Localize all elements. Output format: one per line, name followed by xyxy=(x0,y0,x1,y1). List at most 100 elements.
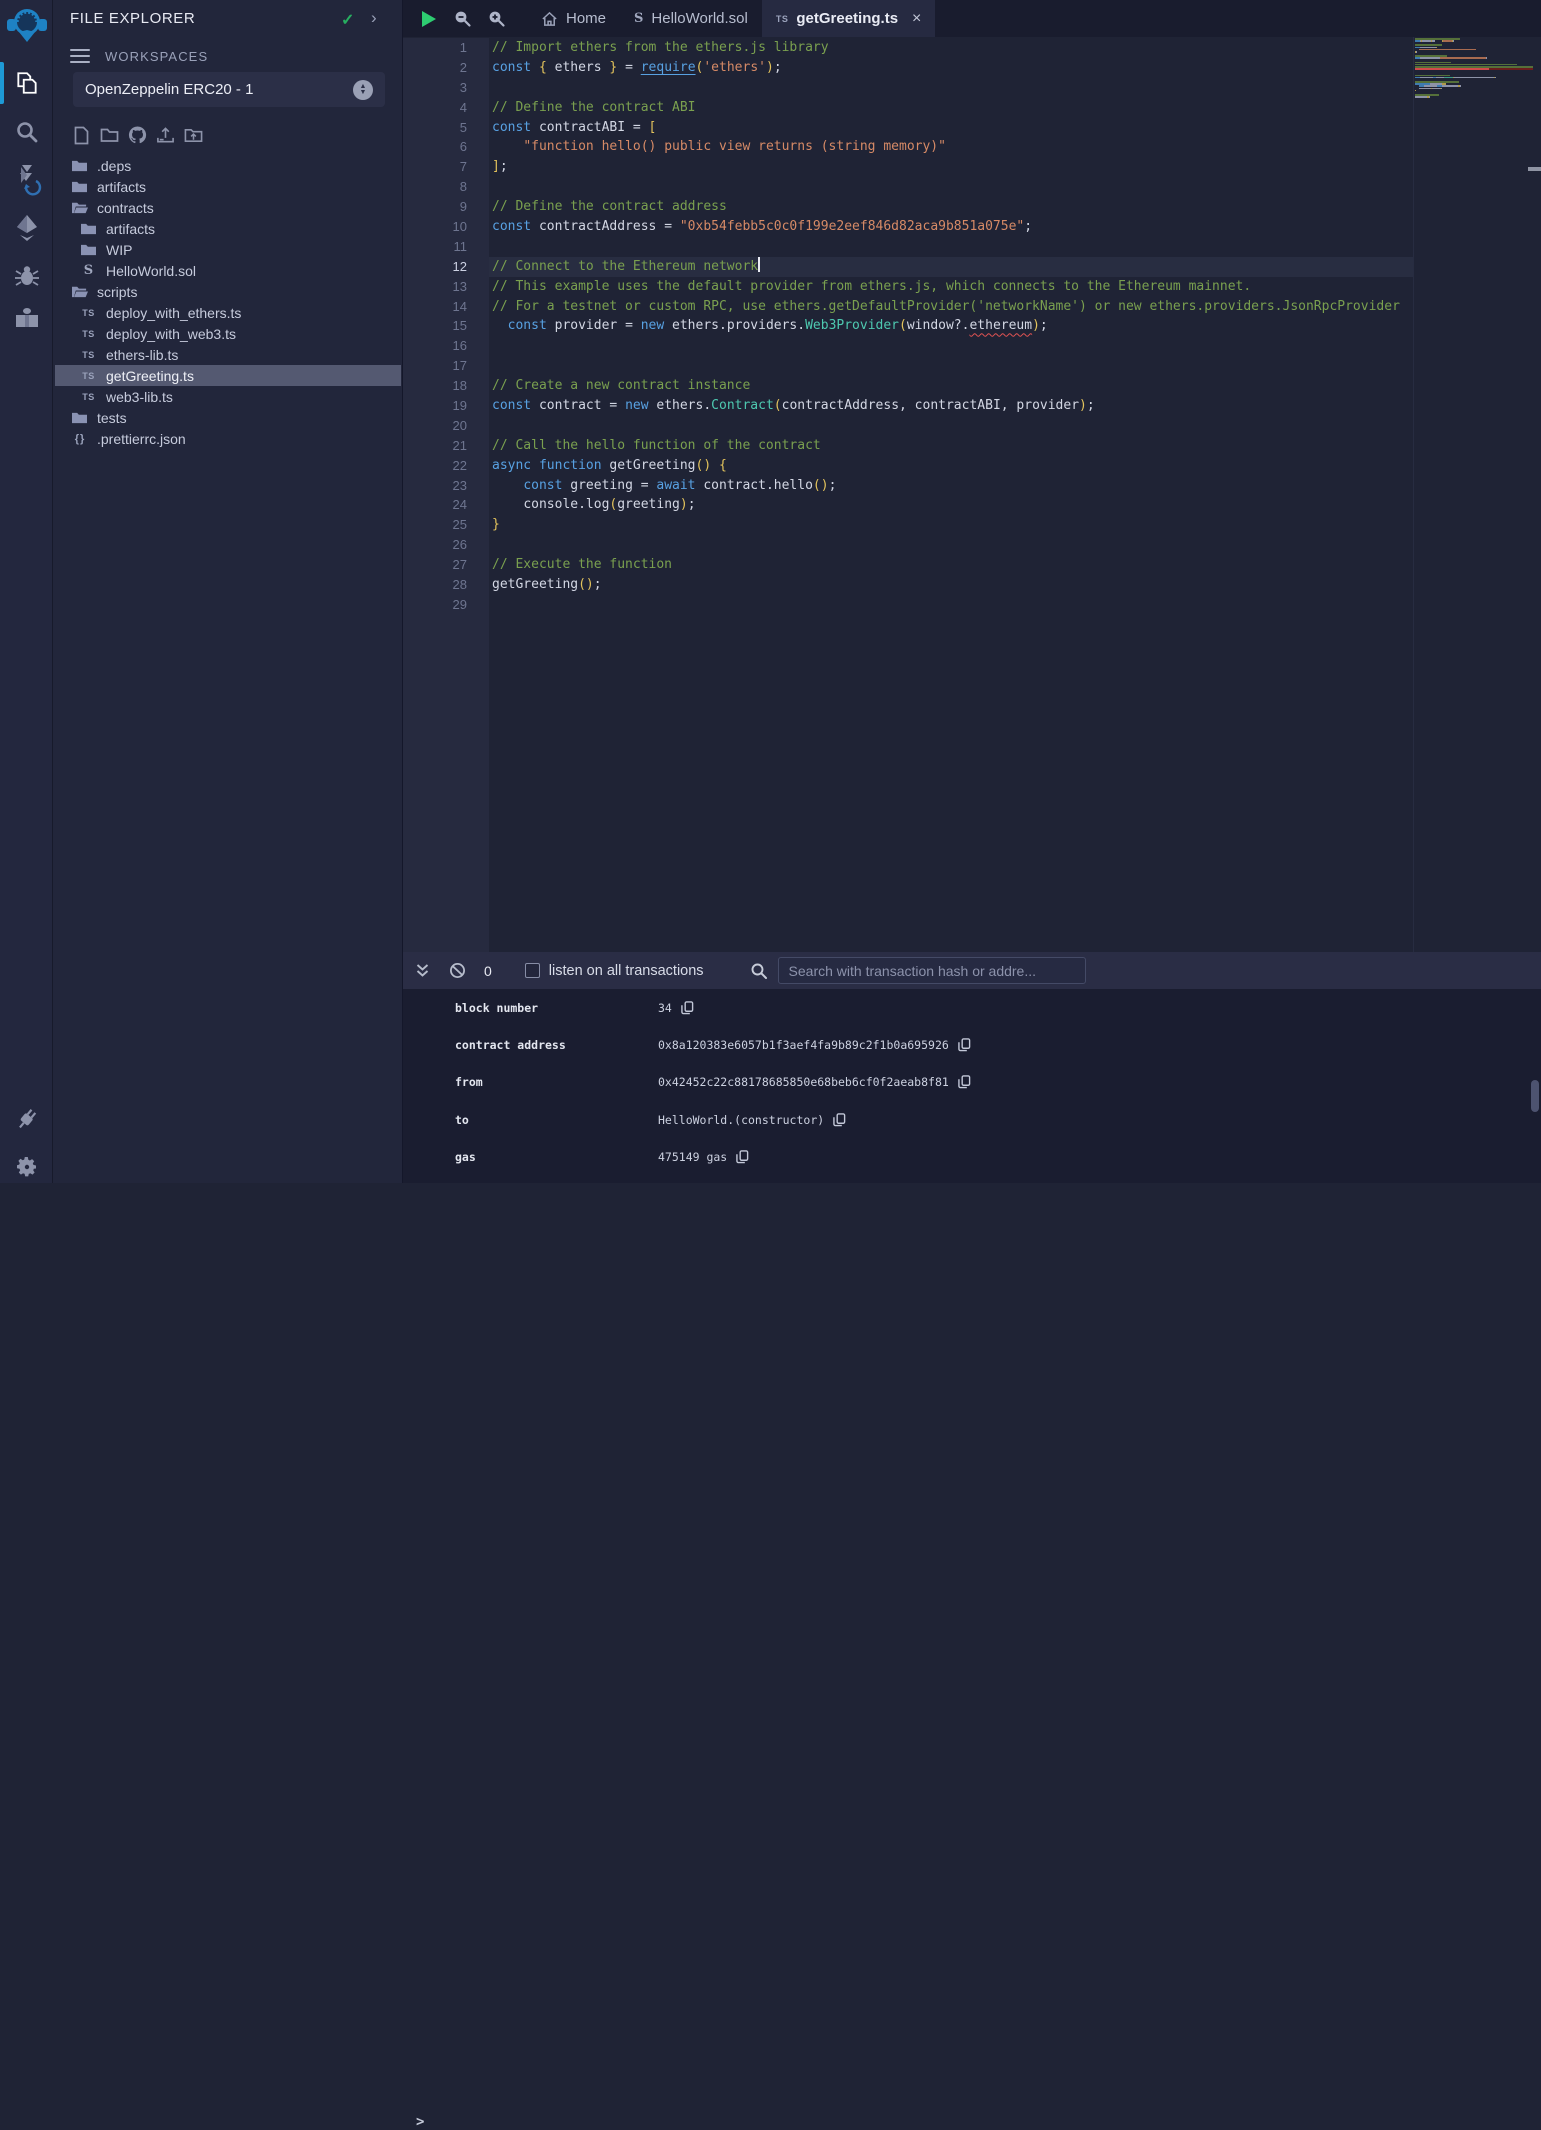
listen-checkbox[interactable] xyxy=(525,963,540,978)
listen-label: listen on all transactions xyxy=(549,963,704,979)
text-cursor xyxy=(758,257,760,272)
tx-detail-label: from xyxy=(455,1075,658,1089)
code-line: } xyxy=(489,515,1413,535)
code-line: console.log(greeting); xyxy=(489,495,1413,515)
tree-item-label: HelloWorld.sol xyxy=(106,263,196,279)
terminal-panel: 0 listen on all transactions block numbe… xyxy=(403,952,1541,1183)
sidebar-item-learneth[interactable] xyxy=(0,300,53,338)
sidebar-item-file-explorer[interactable] xyxy=(0,62,53,104)
terminal-search-input[interactable] xyxy=(778,957,1086,984)
terminal-search-icon xyxy=(750,962,768,980)
tree-item-artifacts[interactable]: artifacts xyxy=(55,218,401,239)
deploy-run-icon xyxy=(13,213,41,243)
tree-item--prettierrc-json[interactable]: { }.prettierrc.json xyxy=(55,428,401,449)
terminal-collapse-icon[interactable] xyxy=(415,963,430,979)
code-line: const contractAddress = "0xb54febb5c0c0f… xyxy=(489,217,1413,237)
terminal-scrollbar[interactable] xyxy=(1531,1080,1539,1112)
code-line: // For a testnet or custom RPC, use ethe… xyxy=(489,297,1413,317)
file-explorer-panel: FILE EXPLORER ✓ › WORKSPACES OpenZeppeli… xyxy=(53,0,403,1183)
copy-icon[interactable] xyxy=(958,1075,971,1089)
tab-getgreeting-ts[interactable]: TS getGreeting.ts × xyxy=(762,0,936,37)
run-script-button[interactable] xyxy=(411,0,445,37)
tree-item--deps[interactable]: .deps xyxy=(55,155,401,176)
code-line xyxy=(489,177,1413,197)
line-number: 17 xyxy=(403,356,489,376)
zoom-out-button[interactable] xyxy=(445,0,479,37)
plug-icon xyxy=(13,1105,41,1133)
editor-scrollbar[interactable] xyxy=(1528,167,1541,171)
line-number: 6 xyxy=(403,137,489,157)
workspace-selector[interactable]: OpenZeppelin ERC20 - 1 ▲▼ xyxy=(73,72,385,107)
line-number: 2 xyxy=(403,58,489,78)
minimap[interactable] xyxy=(1415,38,1533,952)
line-number: 22 xyxy=(403,456,489,476)
sidebar-item-plugin-manager[interactable] xyxy=(0,1100,53,1138)
code-line xyxy=(489,416,1413,436)
tree-item-getgreeting-ts[interactable]: TSgetGreeting.ts xyxy=(55,365,401,386)
minimap-divider xyxy=(1413,37,1414,952)
folder-closed-icon xyxy=(71,159,88,172)
workspaces-menu-icon[interactable] xyxy=(70,45,90,67)
tree-item-deploy-with-ethers-ts[interactable]: TSdeploy_with_ethers.ts xyxy=(55,302,401,323)
file-explorer-toolbar xyxy=(72,124,203,146)
copy-icon[interactable] xyxy=(681,1001,694,1015)
copy-icon[interactable] xyxy=(958,1038,971,1052)
line-number: 29 xyxy=(403,595,489,615)
tx-detail-label: block number xyxy=(455,1001,658,1015)
sidebar-item-debugger[interactable] xyxy=(0,258,53,294)
new-file-icon[interactable] xyxy=(72,124,91,146)
folder-open-icon xyxy=(71,201,88,214)
workspace-sort-icon[interactable]: ▲▼ xyxy=(353,80,373,100)
tree-item-contracts[interactable]: contracts xyxy=(55,197,401,218)
remix-logo[interactable] xyxy=(0,4,53,48)
sidebar-item-search[interactable] xyxy=(0,113,53,151)
ts-icon: TS xyxy=(776,14,789,24)
terminal-prompt[interactable]: > xyxy=(416,2114,424,2130)
file-tree: .depsartifactscontractsartifactsWIPSHell… xyxy=(55,155,401,449)
tree-item-tests[interactable]: tests xyxy=(55,407,401,428)
code-editor[interactable]: 1234567891011121314151617181920212223242… xyxy=(403,37,1541,952)
active-indicator xyxy=(0,62,4,104)
tab-home[interactable]: Home xyxy=(527,0,620,37)
tree-item-label: .prettierrc.json xyxy=(97,431,186,447)
home-icon xyxy=(541,11,558,27)
tree-item-ethers-lib-ts[interactable]: TSethers-lib.ts xyxy=(55,344,401,365)
sidebar-item-settings[interactable] xyxy=(0,1148,53,1186)
line-number: 15 xyxy=(403,316,489,336)
panel-expand-chevron-icon[interactable]: › xyxy=(371,8,377,28)
upload-file-icon[interactable] xyxy=(156,124,175,146)
tx-detail-row: contract address0x8a120383e6057b1f3aef4f… xyxy=(403,1026,1541,1063)
upload-folder-icon[interactable] xyxy=(184,124,203,146)
workspace-selected-name: OpenZeppelin ERC20 - 1 xyxy=(85,81,353,98)
sidebar-item-deploy-run[interactable] xyxy=(0,208,53,248)
ts-icon: TS xyxy=(80,350,97,360)
code-line: ]; xyxy=(489,157,1413,177)
tree-item-wip[interactable]: WIP xyxy=(55,239,401,260)
tx-detail-value: 0x8a120383e6057b1f3aef4fa9b89c2f1b0a6959… xyxy=(658,1038,949,1052)
tab-helloworld-sol[interactable]: SHelloWorld.sol xyxy=(620,0,762,37)
code-line: // Connect to the Ethereum network xyxy=(489,257,1413,277)
copy-icon[interactable] xyxy=(833,1113,846,1127)
tree-item-web3-lib-ts[interactable]: TSweb3-lib.ts xyxy=(55,386,401,407)
new-folder-icon[interactable] xyxy=(100,124,119,146)
tx-detail-row: toHelloWorld.(constructor) xyxy=(403,1101,1541,1138)
code-area[interactable]: // Import ethers from the ethers.js libr… xyxy=(489,38,1413,952)
line-number: 3 xyxy=(403,78,489,98)
terminal-clear-icon[interactable] xyxy=(449,962,466,979)
tree-item-deploy-with-web3-ts[interactable]: TSdeploy_with_web3.ts xyxy=(55,323,401,344)
solidity-icon: S xyxy=(634,11,643,26)
tree-item-artifacts[interactable]: artifacts xyxy=(55,176,401,197)
copy-icon[interactable] xyxy=(736,1150,749,1164)
github-clone-icon[interactable] xyxy=(128,124,147,146)
sidebar-item-solidity-compiler[interactable] xyxy=(0,158,53,202)
zoom-in-button[interactable] xyxy=(479,0,513,37)
code-line: // This example uses the default provide… xyxy=(489,277,1413,297)
tree-item-label: .deps xyxy=(97,158,131,174)
line-number: 26 xyxy=(403,535,489,555)
tab-label: getGreeting.ts xyxy=(796,10,898,27)
close-icon[interactable]: × xyxy=(912,10,921,28)
tree-item-scripts[interactable]: scripts xyxy=(55,281,401,302)
tree-item-helloworld-sol[interactable]: SHelloWorld.sol xyxy=(55,260,401,281)
learneth-icon xyxy=(13,305,41,333)
code-line xyxy=(489,78,1413,98)
